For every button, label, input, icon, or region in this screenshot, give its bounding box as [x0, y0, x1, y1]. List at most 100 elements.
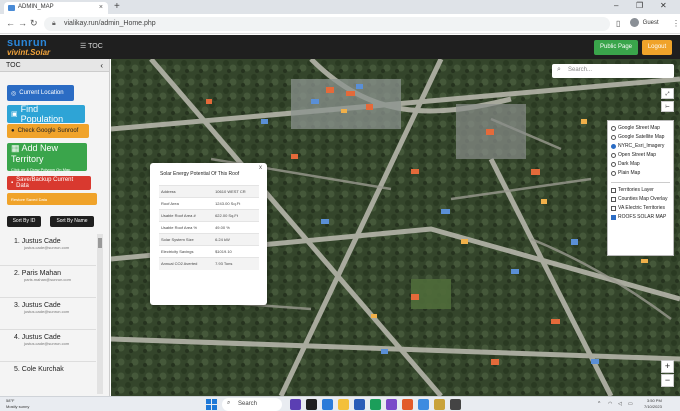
- save-backup-label: Save/Backup Current Data: [16, 177, 74, 189]
- profile-name: Guest: [642, 20, 659, 27]
- ruler-icon[interactable]: ⊢: [661, 101, 674, 112]
- sort-by-name-button[interactable]: Sort By Name: [50, 216, 94, 227]
- zoom-out-button[interactable]: −: [661, 374, 674, 387]
- back-icon[interactable]: ←: [6, 18, 15, 28]
- layer-option[interactable]: Dark Map: [611, 161, 640, 167]
- sidebar-icon[interactable]: ▯: [616, 19, 620, 28]
- browser-menu-icon[interactable]: ⋮: [672, 19, 680, 28]
- app-icon[interactable]: [434, 399, 445, 410]
- layer-label: Plain Map: [618, 170, 641, 176]
- clock-date: 7/10/2023: [644, 404, 662, 409]
- fullscreen-icon[interactable]: ⤢: [661, 88, 674, 99]
- vscode-icon[interactable]: [354, 399, 365, 410]
- list-item[interactable]: 4. Justus Cade justus.cade@sunrun.com: [0, 330, 96, 362]
- browser-tab-strip: ADMIN_MAP × + – ❐ ✕: [0, 0, 680, 14]
- close-window-button[interactable]: ✕: [660, 1, 667, 10]
- user-name: 1. Justus Cade: [14, 238, 61, 245]
- layer-option[interactable]: NYRC_Esri_Imagery: [611, 143, 664, 149]
- search-placeholder: Search...: [568, 67, 593, 73]
- checkbox-icon: [611, 196, 616, 202]
- find-population-button[interactable]: ▣ Find Population: [7, 104, 85, 124]
- overlay-option[interactable]: ROOFS SOLAR MAP: [611, 214, 666, 220]
- row-value: $1019.10: [213, 245, 259, 258]
- battery-icon[interactable]: ▭: [628, 401, 633, 407]
- reload-icon[interactable]: ↻: [30, 18, 38, 29]
- weather-widget[interactable]: 58°F Mostly sunny: [6, 398, 29, 410]
- list-item[interactable]: 1. Justus Cade justus.cade@sunrun.com: [0, 234, 96, 266]
- collapse-chevron-icon[interactable]: ‹: [100, 61, 103, 70]
- add-territory-sub: Click on & Draw Polygon On Map: [11, 166, 71, 172]
- minimize-button[interactable]: –: [614, 1, 618, 10]
- profile-button[interactable]: Guest: [630, 18, 670, 30]
- layer-option[interactable]: Plain Map: [611, 170, 640, 176]
- roof-info-table: Address 10610 WEST CR Roof Area 1243.00 Sq…: [159, 185, 259, 270]
- layer-option[interactable]: Google Satellite Map: [611, 134, 664, 140]
- table-row: Solar System Size 6.24 kW: [159, 233, 259, 246]
- file-explorer-icon[interactable]: [338, 399, 349, 410]
- add-territory-button[interactable]: ▦ Add New Territory Click on & Draw Poly…: [7, 143, 87, 172]
- public-page-button[interactable]: Public Page: [594, 40, 638, 55]
- list-item[interactable]: 5. Cole Kurchak: [0, 362, 96, 394]
- overlay-option[interactable]: Counties Map Overlay: [611, 196, 667, 202]
- store-icon[interactable]: [386, 399, 397, 410]
- edge-icon[interactable]: [370, 399, 381, 410]
- save-backup-button[interactable]: ▪ Save/Backup Current Data: [7, 176, 91, 190]
- map-icon: ▦: [11, 142, 22, 153]
- layer-label: NYRC_Esri_Imagery: [618, 143, 665, 149]
- app-header: sunrun vivint.Solar ☰ TOC Public Page Lo…: [0, 35, 680, 59]
- user-name: 5. Cole Kurchak: [14, 366, 64, 373]
- taskbar-search[interactable]: ⌕ Search: [222, 398, 282, 411]
- table-row: Electricity Savings $1019.10: [159, 245, 259, 258]
- logout-button[interactable]: Logout: [642, 40, 672, 55]
- app-icon[interactable]: [402, 399, 413, 410]
- volume-icon[interactable]: ◁: [618, 401, 622, 407]
- overlay-option[interactable]: VA Electric Territories: [611, 205, 665, 211]
- toc-toggle-button[interactable]: ☰ TOC: [80, 42, 103, 50]
- user-email: justus.cade@sunrun.com: [24, 341, 70, 346]
- tab-close-icon[interactable]: ×: [99, 4, 103, 11]
- tray-chevron-icon[interactable]: ^: [598, 401, 600, 407]
- list-scrollbar[interactable]: [97, 234, 103, 394]
- zoom-in-button[interactable]: +: [661, 360, 674, 373]
- roof-info-popup: Solar Energy Potential Of This Roof x Ad…: [150, 163, 267, 305]
- popup-close-button[interactable]: x: [259, 165, 262, 171]
- layer-label: Dark Map: [618, 161, 640, 167]
- current-location-label: Current Location: [19, 90, 64, 96]
- current-location-button[interactable]: ◎ Current Location: [7, 85, 74, 101]
- app-icon[interactable]: [290, 399, 301, 410]
- url-field[interactable]: 🔒︎ vialikay.run/admin_Home.php: [44, 17, 610, 31]
- user-name: 2. Paris Mahan: [14, 270, 62, 277]
- new-tab-button[interactable]: +: [114, 1, 120, 12]
- zoom-app-icon[interactable]: [322, 399, 333, 410]
- windows-start-icon[interactable]: [206, 399, 217, 410]
- checkbox-checked-icon: [611, 214, 616, 220]
- browser-tab[interactable]: ADMIN_MAP ×: [4, 2, 108, 14]
- taskbar-search-label: Search: [238, 401, 258, 407]
- app-icon[interactable]: [450, 399, 461, 410]
- sort-by-id-button[interactable]: Sort By ID: [7, 216, 41, 227]
- task-view-icon[interactable]: [306, 399, 317, 410]
- location-icon: ◎: [11, 90, 17, 97]
- restore-saved-button[interactable]: Restore Saved Data: [7, 193, 97, 205]
- list-item[interactable]: 3. Justus Cade justus.cade@sunrun.com: [0, 298, 96, 330]
- add-territory-heading: ▦ Add New Territory: [11, 143, 83, 164]
- overlay-label: VA Electric Territories: [618, 205, 666, 211]
- os-taskbar: 58°F Mostly sunny ⌕ Search ^ ◠ ◁ ▭ 3:50 …: [0, 396, 680, 411]
- forward-icon[interactable]: →: [18, 18, 27, 28]
- chrome-icon[interactable]: [418, 399, 429, 410]
- map-search-input[interactable]: ⌕ Search...: [552, 64, 674, 78]
- radio-icon: [611, 170, 616, 176]
- overlay-option[interactable]: Territories Layer: [611, 187, 654, 193]
- maximize-button[interactable]: ❐: [636, 1, 643, 10]
- check-google-sunroof-button[interactable]: ● Check Google Sunroof: [7, 124, 89, 138]
- user-email: justus.cade@sunrun.com: [24, 245, 70, 250]
- list-item[interactable]: 2. Paris Mahan paris.mahan@sunrun.com: [0, 266, 96, 298]
- system-clock[interactable]: 3:50 PM 7/10/2023: [644, 398, 662, 410]
- scrollbar-thumb[interactable]: [98, 238, 102, 248]
- checkbox-icon: [611, 187, 616, 193]
- wifi-icon[interactable]: ◠: [608, 401, 612, 407]
- layer-option[interactable]: Open Street Map: [611, 152, 656, 158]
- hamburger-icon: ☰: [80, 43, 89, 50]
- row-label: Annual CO2 Averted: [159, 257, 214, 270]
- layer-option[interactable]: Google Street Map: [611, 125, 660, 131]
